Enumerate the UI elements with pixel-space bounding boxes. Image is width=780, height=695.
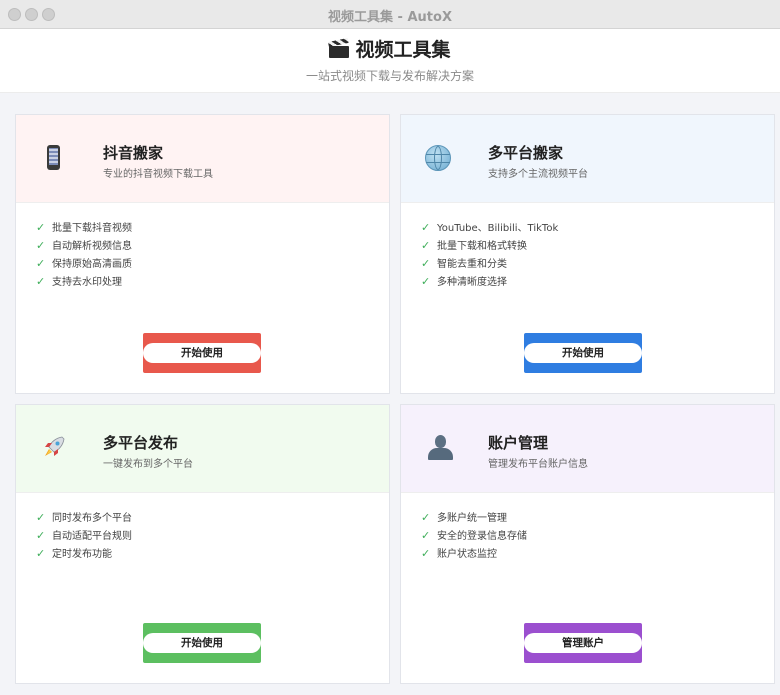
feature-item: ✓ 批量下载抖音视频 (36, 219, 132, 237)
feature-item: ✓ 同时发布多个平台 (36, 509, 132, 527)
card-multi-platform-publish: 多平台发布 一键发布到多个平台 ✓ 同时发布多个平台 ✓ 自动适配平台规则 ✓ 定时发… (15, 404, 390, 684)
feature-item: ✓ YouTube、Bilibili、TikTok (421, 219, 558, 237)
check-icon: ✓ (36, 547, 46, 560)
rocket-icon (38, 433, 68, 463)
feature-item: ✓ 保持原始高清画质 (36, 255, 132, 273)
feature-item: ✓ 批量下载和格式转换 (421, 237, 558, 255)
check-icon: ✓ (36, 239, 46, 252)
start-button-frame: 管理账户 (524, 623, 642, 663)
card-description: 专业的抖音视频下载工具 (103, 169, 213, 180)
feature-item: ✓ 多账户统一管理 (421, 509, 527, 527)
card-douyin-mover: 抖音搬家 专业的抖音视频下载工具 ✓ 批量下载抖音视频 ✓ 自动解析视频信息 ✓ 保持… (15, 114, 390, 394)
clapperboard-icon (328, 37, 350, 58)
feature-item: ✓ 智能去重和分类 (421, 255, 558, 273)
feature-item: ✓ 定时发布功能 (36, 545, 132, 563)
mobile-phone-icon (38, 143, 68, 173)
card-header: 多平台搬家 支持多个主流视频平台 (401, 115, 774, 203)
card-title: 抖音搬家 (103, 144, 164, 162)
card-description: 支持多个主流视频平台 (488, 169, 588, 180)
card-title: 账户管理 (488, 434, 549, 452)
feature-item: ✓ 自动解析视频信息 (36, 237, 132, 255)
start-button-frame: 开始使用 (143, 623, 261, 663)
feature-list: ✓ YouTube、Bilibili、TikTok ✓ 批量下载和格式转换 ✓ 智能去… (421, 219, 558, 291)
check-icon: ✓ (421, 221, 431, 234)
feature-list: ✓ 同时发布多个平台 ✓ 自动适配平台规则 ✓ 定时发布功能 (36, 509, 132, 563)
check-icon: ✓ (421, 257, 431, 270)
card-header: 账户管理 管理发布平台账户信息 (401, 405, 774, 493)
feature-item: ✓ 支持去水印处理 (36, 273, 132, 291)
window-titlebar: 视频工具集 - AutoX (0, 0, 780, 29)
feature-item: ✓ 安全的登录信息存储 (421, 527, 527, 545)
card-header: 多平台发布 一键发布到多个平台 (16, 405, 389, 493)
user-silhouette-icon (423, 433, 453, 463)
card-header: 抖音搬家 专业的抖音视频下载工具 (16, 115, 389, 203)
check-icon: ✓ (36, 257, 46, 270)
card-description: 一键发布到多个平台 (103, 459, 193, 470)
start-douyin-button[interactable]: 开始使用 (143, 343, 261, 363)
feature-item: ✓ 账户状态监控 (421, 545, 527, 563)
page-title-row: 视频工具集 (0, 35, 780, 62)
manage-accounts-button[interactable]: 管理账户 (524, 633, 642, 653)
start-multi-platform-button[interactable]: 开始使用 (524, 343, 642, 363)
check-icon: ✓ (36, 275, 46, 288)
globe-icon (423, 143, 453, 173)
check-icon: ✓ (421, 529, 431, 542)
check-icon: ✓ (421, 275, 431, 288)
card-multi-platform-mover: 多平台搬家 支持多个主流视频平台 ✓ YouTube、Bilibili、TikTo… (400, 114, 775, 394)
feature-item: ✓ 多种清晰度选择 (421, 273, 558, 291)
page-header: 视频工具集 一站式视频下载与发布解决方案 (0, 29, 780, 93)
page-subtitle: 一站式视频下载与发布解决方案 (305, 69, 474, 83)
start-button-frame: 开始使用 (524, 333, 642, 373)
check-icon: ✓ (36, 221, 46, 234)
feature-list: ✓ 多账户统一管理 ✓ 安全的登录信息存储 ✓ 账户状态监控 (421, 509, 527, 563)
feature-list: ✓ 批量下载抖音视频 ✓ 自动解析视频信息 ✓ 保持原始高清画质 ✓ 支持去水印处理 (36, 219, 132, 291)
card-account-management: 账户管理 管理发布平台账户信息 ✓ 多账户统一管理 ✓ 安全的登录信息存储 ✓ 账户状… (400, 404, 775, 684)
page-title: 视频工具集 (355, 39, 451, 61)
window-title: 视频工具集 - AutoX (328, 10, 452, 25)
start-button-frame: 开始使用 (143, 333, 261, 373)
feature-item: ✓ 自动适配平台规则 (36, 527, 132, 545)
card-title: 多平台发布 (103, 434, 179, 452)
card-description: 管理发布平台账户信息 (488, 459, 588, 470)
check-icon: ✓ (421, 239, 431, 252)
card-title: 多平台搬家 (488, 144, 564, 162)
check-icon: ✓ (421, 547, 431, 560)
check-icon: ✓ (36, 511, 46, 524)
check-icon: ✓ (421, 511, 431, 524)
check-icon: ✓ (36, 529, 46, 542)
start-publish-button[interactable]: 开始使用 (143, 633, 261, 653)
